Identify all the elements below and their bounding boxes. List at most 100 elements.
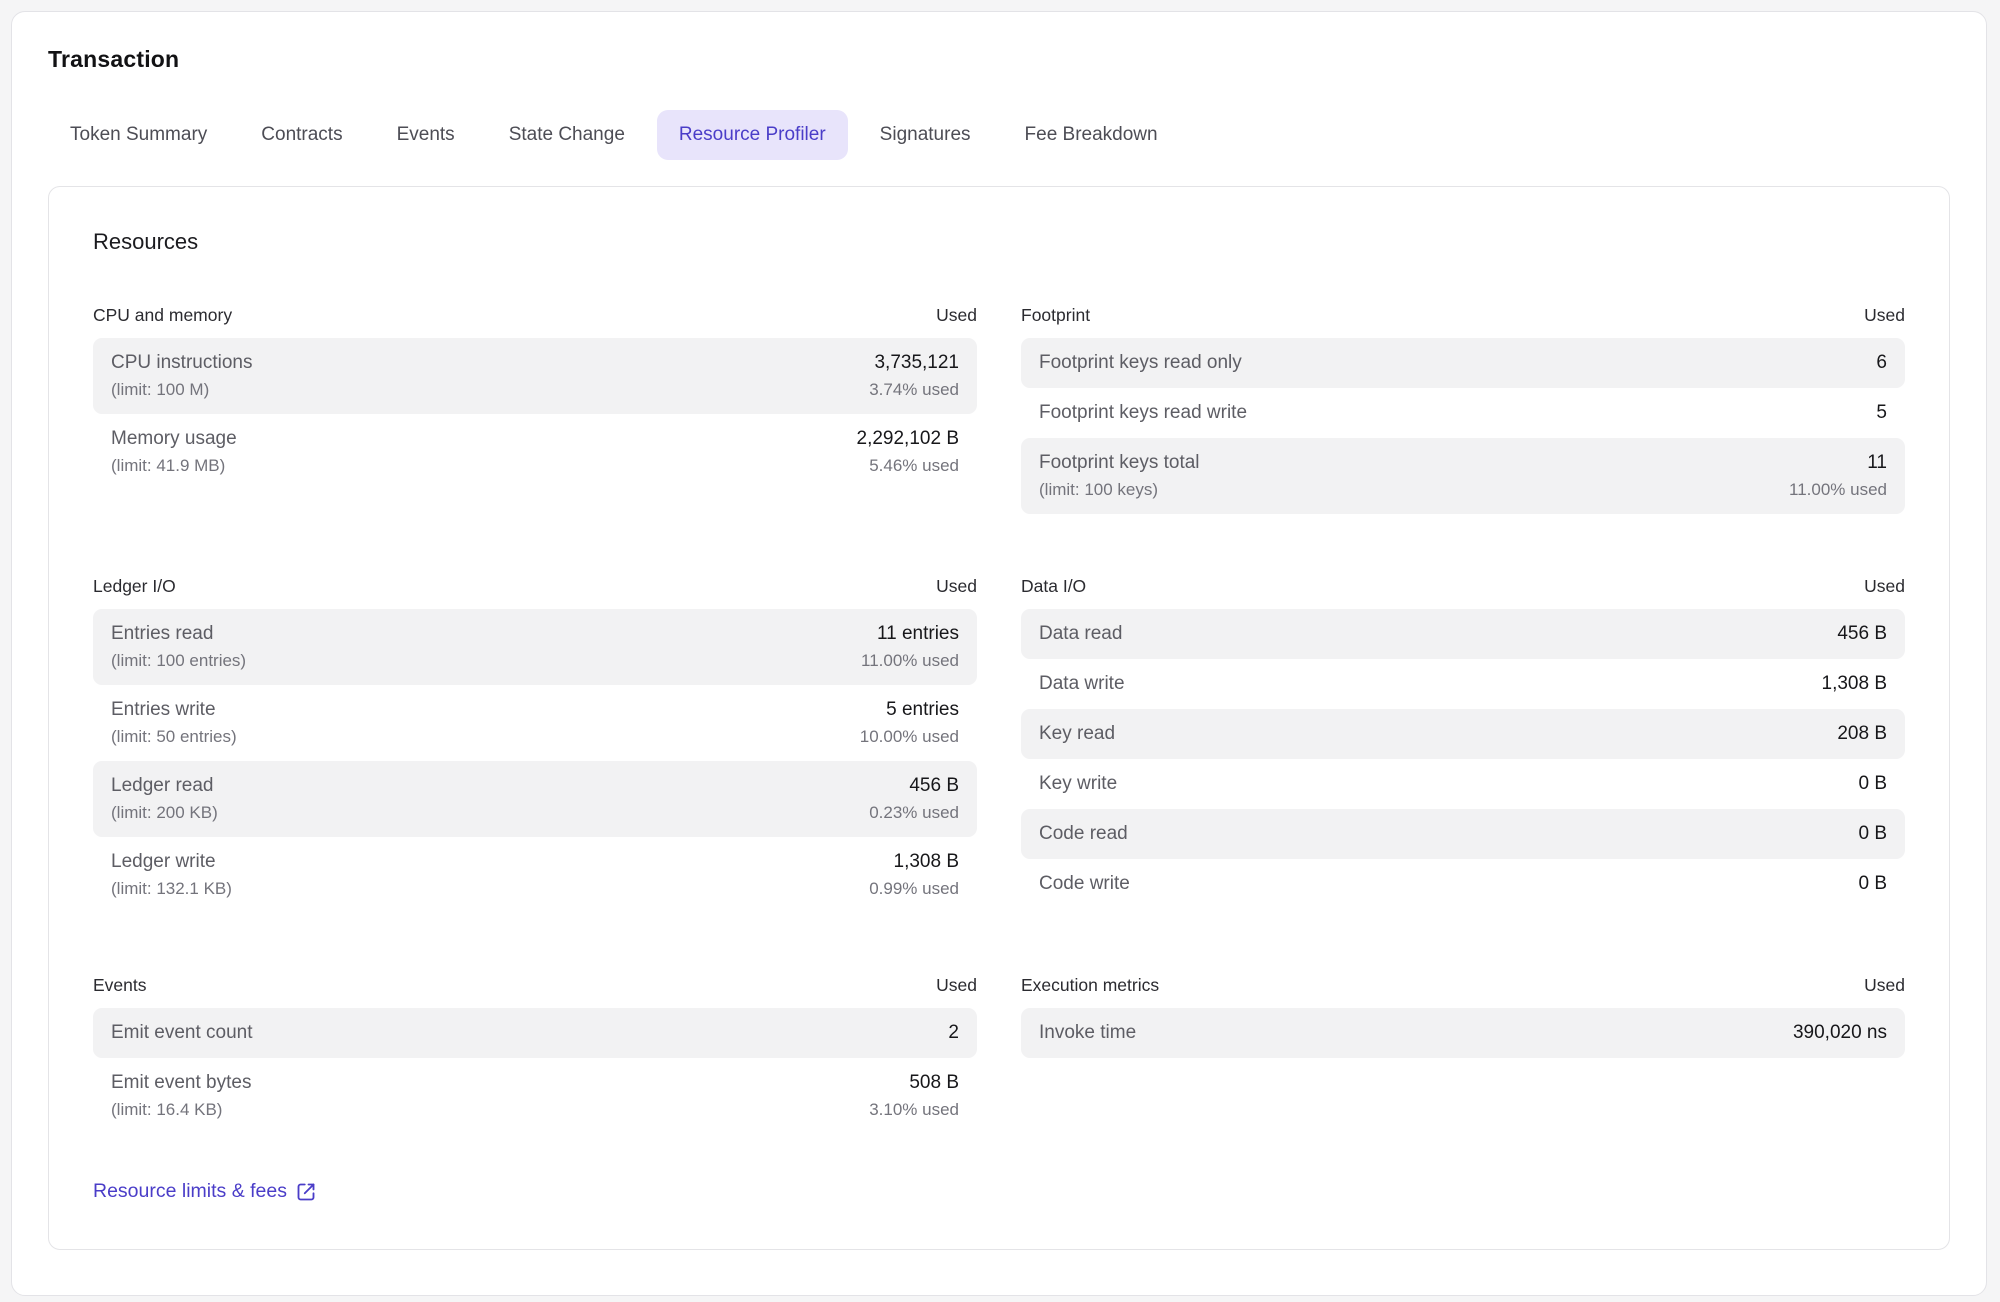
section-header-footprint: Footprint Used [1021, 305, 1905, 326]
row-limit: (limit: 100 keys) [1039, 479, 1200, 501]
row-left: CPU instructions(limit: 100 M) [111, 351, 253, 401]
section-cpu-and-memory: CPU and memoryUsed CPU instructions(limit… [93, 305, 977, 490]
tab-events[interactable]: Events [375, 110, 477, 160]
section-execution-metrics: Execution metricsUsed Invoke time 390,020 … [1021, 975, 1905, 1058]
used-column-header: Used [936, 975, 977, 996]
row-right: 1,308 B0.99% used [869, 850, 959, 900]
section-title: Footprint [1021, 305, 1090, 326]
resource-limits-link[interactable]: Resource limits & fees [93, 1180, 316, 1203]
section-header-cpu-and-memory: CPU and memoryUsed [93, 305, 977, 326]
row-label: Memory usage [111, 427, 237, 451]
row-label: Footprint keys total [1039, 451, 1200, 475]
row-left: Ledger read(limit: 200 KB) [111, 774, 218, 824]
row-value: 456 B [1837, 622, 1887, 646]
row-percent-used: 0.23% used [869, 802, 959, 824]
resource-row-code-write: Code write 0 B [1021, 859, 1905, 909]
resource-row-footprint-keys-read-write: Footprint keys read write 5 [1021, 388, 1905, 438]
resource-row-key-write: Key write0 B [1021, 759, 1905, 809]
row-label: Footprint keys read write [1039, 401, 1247, 425]
row-value: 456 B [909, 774, 959, 798]
row-right: 5 [1876, 401, 1887, 425]
external-link-icon [296, 1182, 316, 1202]
row-percent-used: 10.00% used [860, 726, 959, 748]
row-label: Data write [1039, 672, 1125, 696]
section-title: Events [93, 975, 147, 996]
row-value: 1,308 B [1822, 672, 1888, 696]
row-right: 508 B 3.10% used [869, 1071, 959, 1121]
section-title: Execution metrics [1021, 975, 1159, 996]
used-column-header: Used [1864, 305, 1905, 326]
row-label: Ledger read [111, 774, 218, 798]
row-percent-used: 3.74% used [869, 379, 959, 401]
row-value: 0 B [1858, 822, 1887, 846]
row-limit: (limit: 100 entries) [111, 650, 246, 672]
resource-row-entries-write: Entries write(limit: 50 entries) 5 entrie… [93, 685, 977, 761]
tab-token-summary[interactable]: Token Summary [48, 110, 229, 160]
section-footprint: FootprintUsedFootprint keys read only6Fo… [1021, 305, 1905, 514]
section-header-ledger-i-o: Ledger I/OUsed [93, 576, 977, 597]
row-right: 390,020 ns [1793, 1021, 1887, 1045]
tab-signatures[interactable]: Signatures [858, 110, 993, 160]
row-right: 5 entries 10.00% used [860, 698, 959, 748]
row-right: 1111.00% used [1789, 451, 1887, 501]
resource-row-key-read: Key read208 B [1021, 709, 1905, 759]
row-label: Entries read [111, 622, 246, 646]
resource-sections-grid: CPU and memoryUsed CPU instructions(limit… [93, 305, 1905, 1134]
row-label: Invoke time [1039, 1021, 1136, 1045]
section-header-events: Events Used [93, 975, 977, 996]
row-value: 3,735,121 [874, 351, 959, 375]
transaction-panel: Transaction Token SummaryContractsEvents… [11, 11, 1987, 1296]
tab-contracts[interactable]: Contracts [239, 110, 364, 160]
section-data-i-o: Data I/OUsed Data read456 B Data write 1,30… [1021, 576, 1905, 909]
row-right: 2 [948, 1021, 959, 1045]
resource-row-cpu-instructions: CPU instructions(limit: 100 M)3,735,1213… [93, 338, 977, 414]
row-left: Code write [1039, 872, 1130, 896]
row-percent-used: 3.10% used [869, 1099, 959, 1121]
row-right: 2,292,102 B5.46% used [857, 427, 959, 477]
used-column-header: Used [936, 305, 977, 326]
section-title: Ledger I/O [93, 576, 176, 597]
row-limit: (limit: 16.4 KB) [111, 1099, 251, 1121]
row-value: 0 B [1858, 872, 1887, 896]
row-right: 456 B 0.23% used [869, 774, 959, 824]
row-left: Data write [1039, 672, 1125, 696]
tab-bar: Token SummaryContractsEventsState Change… [48, 110, 1950, 160]
row-left: Footprint keys read only [1039, 351, 1242, 375]
resources-card: Resources CPU and memoryUsed CPU instruct… [48, 186, 1950, 1250]
section-header-execution-metrics: Execution metricsUsed [1021, 975, 1905, 996]
row-right: 3,735,121 3.74% used [869, 351, 959, 401]
resource-row-memory-usage: Memory usage(limit: 41.9 MB)2,292,102 B5… [93, 414, 977, 490]
resource-row-entries-read: Entries read(limit: 100 entries)11 entri… [93, 609, 977, 685]
tab-resource-profiler[interactable]: Resource Profiler [657, 110, 848, 160]
row-percent-used: 11.00% used [861, 650, 959, 672]
resource-row-data-read: Data read456 B [1021, 609, 1905, 659]
row-left: Key write [1039, 772, 1117, 796]
resource-row-emit-event-count: Emit event count2 [93, 1008, 977, 1058]
tab-fee-breakdown[interactable]: Fee Breakdown [1003, 110, 1180, 160]
section-header-data-i-o: Data I/OUsed [1021, 576, 1905, 597]
row-right: 0 B [1858, 822, 1887, 846]
row-left: Footprint keys read write [1039, 401, 1247, 425]
resource-row-code-read: Code read 0 B [1021, 809, 1905, 859]
tab-state-change[interactable]: State Change [487, 110, 647, 160]
row-label: Ledger write [111, 850, 232, 874]
row-percent-used: 11.00% used [1789, 479, 1887, 501]
resource-row-data-write: Data write 1,308 B [1021, 659, 1905, 709]
row-left: Code read [1039, 822, 1128, 846]
row-label: Emit event bytes [111, 1071, 251, 1095]
row-left: Entries write(limit: 50 entries) [111, 698, 237, 748]
row-value: 6 [1876, 351, 1887, 375]
row-label: Code read [1039, 822, 1128, 846]
row-label: Footprint keys read only [1039, 351, 1242, 375]
resource-row-footprint-keys-read-only: Footprint keys read only 6 [1021, 338, 1905, 388]
row-left: Footprint keys total (limit: 100 keys) [1039, 451, 1200, 501]
row-limit: (limit: 100 M) [111, 379, 253, 401]
resources-title: Resources [93, 229, 1905, 255]
row-value: 508 B [909, 1071, 959, 1095]
resource-row-invoke-time: Invoke time 390,020 ns [1021, 1008, 1905, 1058]
row-left: Invoke time [1039, 1021, 1136, 1045]
row-value: 2 [948, 1021, 959, 1045]
row-value: 5 entries [886, 698, 959, 722]
row-label: Key read [1039, 722, 1115, 746]
resource-row-emit-event-bytes: Emit event bytes (limit: 16.4 KB) 508 B 3.1… [93, 1058, 977, 1134]
